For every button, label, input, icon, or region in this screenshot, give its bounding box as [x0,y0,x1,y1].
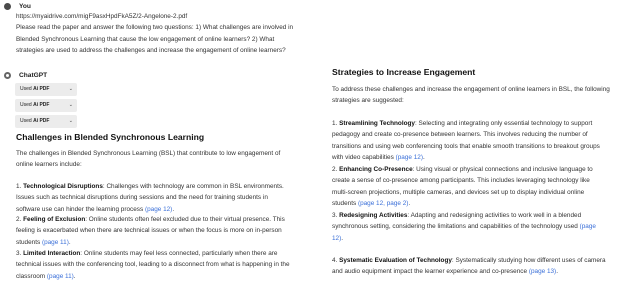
chatgpt-logo-icon [4,72,11,79]
user-avatar [4,3,11,10]
tool-used-chip[interactable]: Used Ai PDF ⌄ [15,99,77,112]
page-citation-link[interactable]: (page 12) [396,154,423,161]
strategies-heading: Strategies to Increase Engagement [332,67,476,77]
chevron-down-icon: ⌄ [68,118,73,124]
strategy-item: 3. Redesigning Activities: Adapting and … [332,212,596,242]
user-message-line: Blended Synchronous Learning that cause … [16,35,275,43]
strategies-intro: To address these challenges and increase… [332,86,610,105]
challenges-intro: The challenges in Blended Synchronous Le… [16,150,281,169]
strategy-item: 4. Systematic Evaluation of Technology: … [332,257,606,276]
page-citation-link[interactable]: (page [580,223,596,230]
page-citation-link[interactable]: 12) [332,235,341,242]
tool-used-chip[interactable]: Used Ai PDF ⌄ [15,83,77,96]
page-citation-link[interactable]: (page 12, page 2) [358,200,408,207]
assistant-message-header: ChatGPT [4,71,47,80]
assistant-name: ChatGPT [19,72,48,79]
page-citation-link[interactable]: (page 11) [47,273,74,280]
user-message-header: You [4,2,31,11]
challenge-item: 2. Feeling of Exclusion: Online students… [16,216,285,246]
page-citation-link[interactable]: (page 12) [145,206,172,213]
strategy-item: 2. Enhancing Co-Presence: Using visual o… [332,166,593,208]
challenge-item: 1. Technological Disruptions: Challenges… [16,183,284,213]
user-message-line: Please read the paper and answer the fol… [16,24,294,32]
user-name: You [19,3,31,10]
chevron-down-icon: ⌄ [68,102,73,108]
challenge-item: 3. Limited Interaction: Online students … [16,250,290,280]
user-message-line: strategies are used to address the chall… [16,47,286,55]
page-citation-link[interactable]: (page 11) [42,239,69,246]
tool-used-chip[interactable]: Used Ai PDF ⌄ [15,115,77,128]
chevron-down-icon: ⌄ [68,86,73,92]
user-message: https://myaidrive.com/migF9asxHpdFkA5Z/2… [16,11,312,57]
challenges-heading: Challenges in Blended Synchronous Learni… [16,132,205,142]
page-citation-link[interactable]: (page 13) [529,268,556,275]
user-message-line: https://myaidrive.com/migF9asxHpdFkA5Z/2… [16,13,188,20]
strategy-item: 1. Streamlining Technology: Selecting an… [332,120,600,162]
